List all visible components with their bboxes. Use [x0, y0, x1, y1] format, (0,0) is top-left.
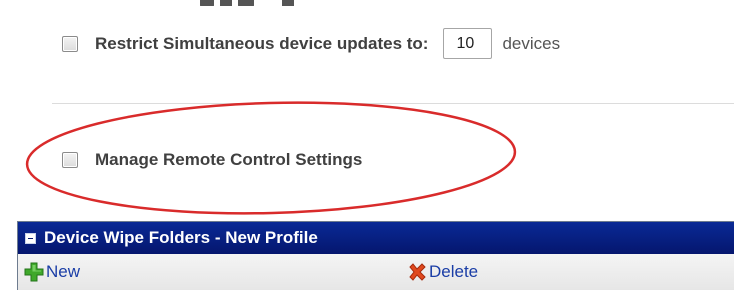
device-wipe-folders-panel: Device Wipe Folders - New Profile New De…: [17, 221, 734, 290]
throttle-checkbox[interactable]: [62, 35, 78, 52]
throttle-row: Restrict Simultaneous device updates to:…: [62, 28, 560, 59]
remote-control-row: Manage Remote Control Settings: [62, 150, 362, 170]
throttle-limit-input[interactable]: [443, 28, 493, 59]
delete-button-label: Delete: [429, 262, 479, 281]
x-icon: [409, 263, 426, 281]
collapse-minus-icon[interactable]: [25, 232, 36, 244]
throttle-unit-label: devices: [502, 33, 561, 53]
panel-header: Device Wipe Folders - New Profile: [18, 222, 734, 254]
panel-toolbar: New Delete: [18, 254, 734, 290]
remote-control-label: Manage Remote Control Settings: [95, 150, 363, 169]
delete-button[interactable]: Delete: [407, 262, 478, 282]
panel-title: Device Wipe Folders - New Profile: [44, 228, 318, 247]
plus-icon: [24, 262, 44, 282]
throttle-label: Restrict Simultaneous device updates to:: [95, 33, 429, 53]
partial-section-heading: [200, 0, 320, 6]
remote-control-checkbox[interactable]: [62, 152, 78, 168]
new-button[interactable]: New: [24, 262, 80, 282]
new-button-label: New: [46, 262, 81, 281]
section-divider: [52, 103, 734, 104]
